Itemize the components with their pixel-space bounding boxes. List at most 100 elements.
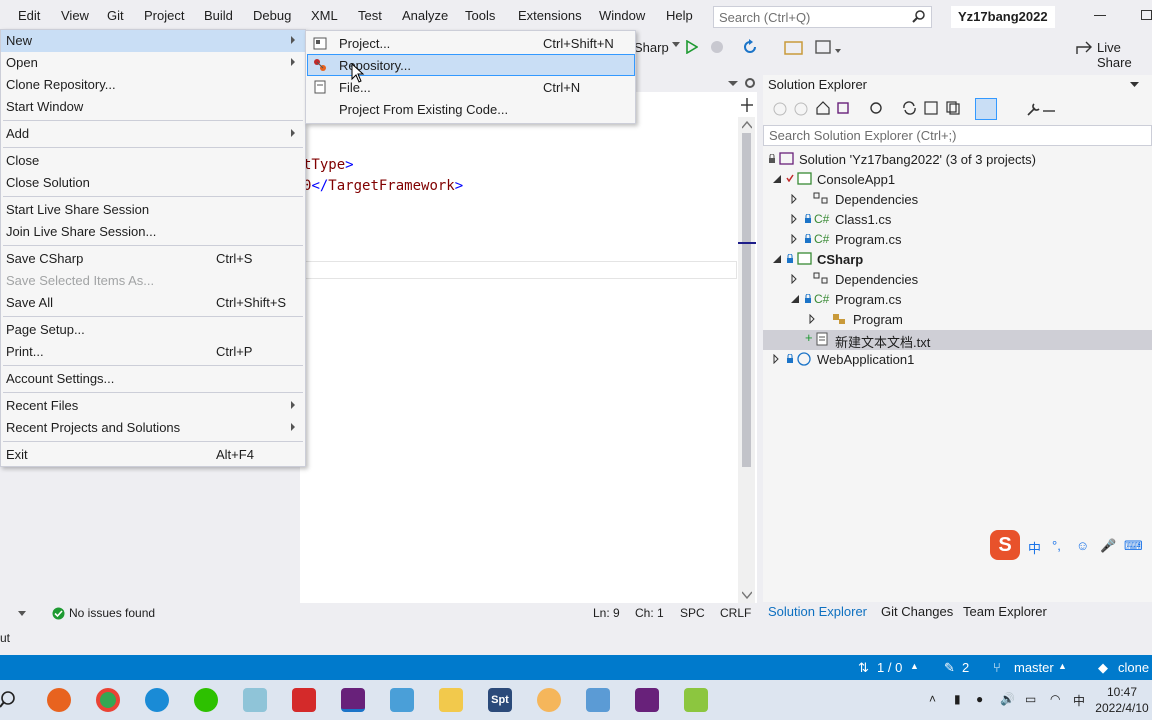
- live-share-button[interactable]: Live Share: [1097, 40, 1152, 70]
- search-icon[interactable]: [0, 690, 18, 710]
- menu-item-close[interactable]: Close: [1, 150, 305, 172]
- collapsed-icon[interactable]: [791, 234, 797, 244]
- input-language[interactable]: 中: [1073, 692, 1085, 709]
- chevron-up-icon[interactable]: ˄: [929, 692, 936, 706]
- run-icon[interactable]: [686, 40, 698, 54]
- collapsed-icon[interactable]: [791, 274, 797, 284]
- menu-item-recent-files[interactable]: Recent Files: [1, 395, 305, 417]
- back-icon[interactable]: [773, 102, 787, 116]
- branch-name[interactable]: master: [1014, 660, 1054, 675]
- chevron-down-icon[interactable]: [18, 611, 26, 616]
- volume-icon[interactable]: 🔊: [1000, 692, 1015, 706]
- chevron-up-icon[interactable]: ▲: [910, 661, 919, 671]
- search-input[interactable]: Search (Ctrl+Q): [713, 6, 932, 28]
- menu-item-recent-projects[interactable]: Recent Projects and Solutions: [1, 417, 305, 439]
- expanded-icon[interactable]: [773, 255, 782, 263]
- folder-icon[interactable]: [784, 39, 804, 55]
- split-icon[interactable]: [740, 97, 754, 113]
- edge-icon[interactable]: [145, 688, 169, 712]
- pending-edits[interactable]: 2: [962, 660, 969, 675]
- track-active-item-button[interactable]: [975, 98, 997, 120]
- microphone-icon[interactable]: 🎤: [1100, 538, 1116, 554]
- menu-xml[interactable]: XML: [311, 8, 338, 23]
- tab-solution-explorer[interactable]: Solution Explorer: [768, 604, 867, 619]
- gear-icon[interactable]: [744, 77, 756, 89]
- collapsed-icon[interactable]: [791, 214, 797, 224]
- battery-icon[interactable]: ▭: [1025, 692, 1036, 706]
- preview-icon[interactable]: [1041, 101, 1057, 117]
- menu-item-account-settings[interactable]: Account Settings...: [1, 368, 305, 390]
- menu-item-exit[interactable]: Exit Alt+F4: [1, 444, 305, 466]
- clock[interactable]: 10:47 2022/4/10: [1092, 684, 1152, 716]
- tab-team-explorer[interactable]: Team Explorer: [963, 604, 1047, 619]
- code-editor[interactable]: [300, 92, 757, 605]
- menu-item-clone-repository[interactable]: Clone Repository...: [1, 74, 305, 96]
- sync-status[interactable]: 1 / 0: [877, 660, 902, 675]
- scroll-up-icon[interactable]: [742, 121, 752, 129]
- lamp-icon[interactable]: [537, 688, 561, 712]
- live-share-icon[interactable]: [1076, 41, 1092, 55]
- layout-icon[interactable]: [815, 39, 843, 57]
- menu-window[interactable]: Window: [599, 8, 645, 23]
- menu-test[interactable]: Test: [358, 8, 382, 23]
- tab-git-changes[interactable]: Git Changes: [881, 604, 953, 619]
- menu-debug[interactable]: Debug: [253, 8, 291, 23]
- notepadpp-icon[interactable]: [684, 688, 708, 712]
- qq-icon[interactable]: ●: [976, 692, 983, 706]
- menu-item-page-setup[interactable]: Page Setup...: [1, 319, 305, 341]
- keyboard-icon[interactable]: ⌨: [1124, 538, 1143, 554]
- collapsed-icon[interactable]: [791, 194, 797, 204]
- line-ending[interactable]: CRLF: [720, 606, 751, 620]
- chevron-down-icon[interactable]: [1130, 82, 1139, 88]
- menu-extensions[interactable]: Extensions: [518, 8, 582, 23]
- refresh-icon[interactable]: [741, 38, 759, 56]
- sogou-logo[interactable]: S: [990, 530, 1020, 560]
- menu-project[interactable]: Project: [144, 8, 184, 23]
- home-icon[interactable]: [816, 101, 830, 115]
- pending-changes-icon[interactable]: [869, 101, 883, 115]
- notepad-icon[interactable]: [243, 688, 267, 712]
- solution-search-input[interactable]: Search Solution Explorer (Ctrl+;): [763, 125, 1152, 146]
- scrollbar-thumb[interactable]: [742, 133, 751, 467]
- repo-name[interactable]: clone: [1118, 660, 1149, 675]
- file-explorer-icon[interactable]: [439, 688, 463, 712]
- firefox-icon[interactable]: [47, 688, 71, 712]
- chrome-icon[interactable]: [96, 688, 120, 712]
- menu-analyze[interactable]: Analyze: [402, 8, 448, 23]
- menu-build[interactable]: Build: [204, 8, 233, 23]
- chevron-down-icon[interactable]: [728, 81, 738, 87]
- submenu-item-project[interactable]: Project... Ctrl+Shift+N: [307, 32, 635, 54]
- menu-item-close-solution[interactable]: Close Solution: [1, 172, 305, 194]
- scroll-down-icon[interactable]: [742, 591, 752, 599]
- output-tab[interactable]: ut: [0, 631, 10, 645]
- menu-git[interactable]: Git: [107, 8, 124, 23]
- app2-icon[interactable]: [586, 688, 610, 712]
- menu-view[interactable]: View: [61, 8, 89, 23]
- expanded-icon[interactable]: [791, 295, 800, 303]
- show-all-files-icon[interactable]: [946, 101, 960, 115]
- menu-item-save[interactable]: Save CSharp Ctrl+S: [1, 248, 305, 270]
- chevron-up-icon[interactable]: ▲: [1058, 661, 1067, 671]
- punctuation-icon[interactable]: °,: [1052, 538, 1061, 553]
- maximize-icon[interactable]: [1141, 10, 1152, 20]
- menu-tools[interactable]: Tools: [465, 8, 495, 23]
- switch-views-icon[interactable]: [837, 101, 853, 115]
- chevron-down-icon[interactable]: [672, 42, 680, 48]
- startup-project-dropdown[interactable]: Sharp: [634, 40, 669, 55]
- menu-item-print[interactable]: Print... Ctrl+P: [1, 341, 305, 363]
- minimize-icon[interactable]: [1094, 15, 1106, 16]
- menu-item-join-live-share[interactable]: Join Live Share Session...: [1, 221, 305, 243]
- ime-mode[interactable]: 中: [1028, 538, 1041, 557]
- spt-icon[interactable]: Spt: [488, 688, 512, 712]
- submenu-item-project-from-existing[interactable]: Project From Existing Code...: [307, 98, 635, 120]
- hot-reload-icon[interactable]: [708, 38, 726, 56]
- properties-icon[interactable]: [1026, 101, 1042, 117]
- menu-item-open[interactable]: Open: [1, 52, 305, 74]
- issues-status[interactable]: No issues found: [69, 606, 155, 620]
- sync-icon[interactable]: [902, 101, 917, 115]
- vs-preview-icon[interactable]: [341, 688, 365, 712]
- menu-help[interactable]: Help: [666, 8, 693, 23]
- menu-item-start-window[interactable]: Start Window: [1, 96, 305, 118]
- visual-studio-icon[interactable]: [635, 688, 659, 712]
- emoji-icon[interactable]: ☺: [1076, 538, 1089, 553]
